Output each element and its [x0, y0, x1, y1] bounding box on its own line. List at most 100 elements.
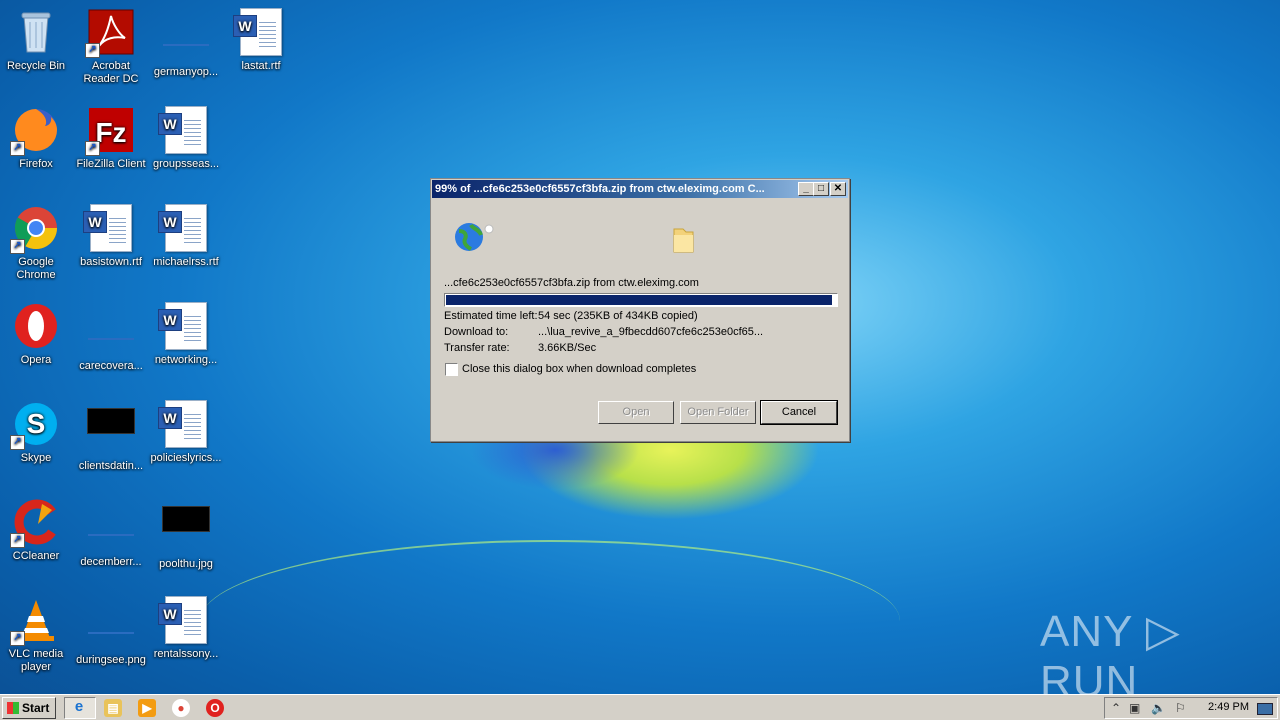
desktop-icon-germanyop[interactable]: germanyop... [148, 4, 224, 96]
desktop-icon-vlc[interactable]: ↗ VLC media player [0, 592, 74, 684]
opera-taskbar-icon[interactable]: O [206, 699, 224, 717]
close-when-done-label[interactable]: Close this dialog box when download comp… [462, 363, 696, 375]
word-document-icon: W [158, 204, 210, 252]
icon-label: FileZilla Client [76, 158, 146, 170]
volume-icon[interactable]: 🔈 [1151, 701, 1166, 715]
close-button[interactable]: ✕ [830, 182, 846, 196]
open-folder-button[interactable]: Open Folder [680, 401, 756, 424]
desktop-icon-lastat[interactable]: W lastat.rtf [223, 4, 299, 96]
icon-label: Opera [20, 354, 52, 366]
clock[interactable]: 2:49 PM [1208, 701, 1249, 713]
icon-label: lastat.rtf [241, 60, 281, 72]
file-icon [162, 14, 210, 62]
image-thumbnail-icon [162, 506, 210, 554]
shortcut-arrow-icon: ↗ [10, 631, 25, 646]
desktop-icon-duringsee[interactable]: duringsee.png [73, 592, 149, 684]
desktop-icon-firefox[interactable]: ↗ Firefox [0, 102, 74, 194]
desktop-icon-michaelrss[interactable]: W michaelrss.rtf [148, 200, 224, 292]
acrobat-icon: ↗ [85, 8, 135, 58]
firefox-icon: ↗ [10, 106, 60, 156]
icon-label: poolthu.jpg [159, 558, 213, 570]
open-button[interactable]: Open [598, 401, 674, 424]
file-icon [87, 308, 135, 356]
shortcut-arrow-icon: ↗ [10, 533, 25, 548]
show-hidden-icons-icon[interactable]: ⌃ [1111, 701, 1121, 715]
icon-label: basistown.rtf [80, 256, 142, 268]
desktop-icon-clientsdatin[interactable]: clientsdatin... [73, 396, 149, 488]
dialog-titlebar[interactable]: 99% of ...cfe6c253e0cf6557cf3bfa.zip fro… [432, 180, 848, 198]
word-document-icon: W [158, 596, 210, 644]
download-to-label: Download to: [444, 326, 509, 338]
word-document-icon: W [158, 302, 210, 350]
shortcut-arrow-icon: ↗ [10, 239, 25, 254]
folder-icon [671, 223, 695, 258]
download-source: ...cfe6c253e0cf6557cf3bfa.zip from ctw.e… [444, 277, 699, 289]
explorer-icon[interactable]: ▤ [104, 699, 122, 717]
media-player-icon[interactable]: ▶ [138, 699, 156, 717]
desktop-icon-decemberr[interactable]: decemberr... [73, 494, 149, 586]
icon-label: groupsseas... [152, 158, 220, 170]
close-when-done-checkbox[interactable] [445, 363, 458, 376]
download-progress-bar [444, 293, 838, 307]
skype-icon: S ↗ [10, 400, 60, 450]
icon-label: policieslyrics... [150, 452, 222, 464]
desktop-icon-carecovera[interactable]: carecovera... [73, 298, 149, 390]
icon-label: VLC media player [8, 648, 64, 673]
desktop-icon-opera[interactable]: Opera [0, 298, 74, 390]
vlc-cone-icon: ↗ [10, 596, 60, 646]
file-icon [87, 602, 135, 650]
icon-label: networking... [154, 354, 218, 366]
chrome-taskbar-icon[interactable]: ● [172, 699, 190, 717]
image-thumbnail-icon [87, 408, 135, 456]
minimize-button[interactable]: _ [798, 182, 814, 196]
filezilla-icon: Fz ↗ [85, 106, 135, 156]
ccleaner-icon: ↗ [10, 498, 60, 548]
cancel-button[interactable]: Cancel [760, 400, 838, 425]
anyrun-watermark: ANY ▷ RUN [1040, 607, 1181, 706]
chrome-icon: ↗ [10, 204, 60, 254]
desktop-icon-recycle-bin[interactable]: Recycle Bin [0, 4, 74, 96]
transfer-rate-value: 3.66KB/Sec [538, 342, 597, 354]
svg-text:Fz: Fz [95, 117, 126, 148]
shortcut-arrow-icon: ↗ [85, 43, 100, 58]
icon-label: Skype [20, 452, 52, 464]
taskbar: Start e ▤ ▶ ● O ⌃ ▣ 🔈 ⚐ 2:49 PM [0, 694, 1280, 720]
download-dialog: 99% of ...cfe6c253e0cf6557cf3bfa.zip fro… [430, 178, 850, 442]
start-label: Start [22, 701, 50, 715]
dialog-title: 99% of ...cfe6c253e0cf6557cf3bfa.zip fro… [435, 183, 765, 195]
time-left-value: 54 sec (235KB of 434KB copied) [538, 310, 698, 322]
time-left-label: Estimated time left: [444, 310, 538, 322]
desktop-icon-chrome[interactable]: ↗ Google Chrome [0, 200, 74, 292]
action-center-flag-icon[interactable]: ⚐ [1175, 701, 1186, 715]
desktop-icon-basistown[interactable]: W basistown.rtf [73, 200, 149, 292]
word-document-icon: W [233, 8, 285, 56]
transfer-rate-label: Transfer rate: [444, 342, 510, 354]
progress-fill [446, 295, 833, 305]
show-desktop-icon[interactable] [1257, 703, 1273, 715]
desktop-icon-acrobat[interactable]: ↗ Acrobat Reader DC [73, 4, 149, 96]
icon-label: decemberr... [80, 556, 142, 568]
icon-label: Google Chrome [16, 256, 56, 281]
maximize-button[interactable]: □ [813, 182, 829, 196]
file-icon [87, 504, 135, 552]
download-to-value: ...\lua_revive_a_9fbecdd607cfe6c253e0cf6… [538, 326, 764, 338]
desktop-icon-poolthu[interactable]: poolthu.jpg [148, 494, 224, 586]
shortcut-arrow-icon: ↗ [10, 141, 25, 156]
desktop-icon-policieslyrics[interactable]: W policieslyrics... [148, 396, 224, 488]
taskbar-ie-button[interactable]: e [64, 697, 96, 719]
system-tray: ⌃ ▣ 🔈 ⚐ 2:49 PM [1104, 697, 1278, 719]
desktop-icon-rentalssony[interactable]: W rentalssony... [148, 592, 224, 684]
desktop-icon-filezilla[interactable]: Fz ↗ FileZilla Client [73, 102, 149, 194]
start-button[interactable]: Start [2, 697, 56, 719]
desktop-icon-ccleaner[interactable]: ↗ CCleaner [0, 494, 74, 586]
desktop-icon-networking[interactable]: W networking... [148, 298, 224, 390]
svg-text:S: S [27, 408, 46, 439]
network-icon[interactable]: ▣ [1129, 701, 1140, 715]
internet-explorer-icon: e [74, 698, 84, 715]
desktop-icon-groupsseas[interactable]: W groupsseas... [148, 102, 224, 194]
icon-label: Acrobat Reader DC [83, 60, 139, 85]
word-document-icon: W [158, 400, 210, 448]
desktop-icon-skype[interactable]: S ↗ Skype [0, 396, 74, 488]
word-document-icon: W [83, 204, 135, 252]
icon-label: duringsee.png [76, 654, 146, 666]
